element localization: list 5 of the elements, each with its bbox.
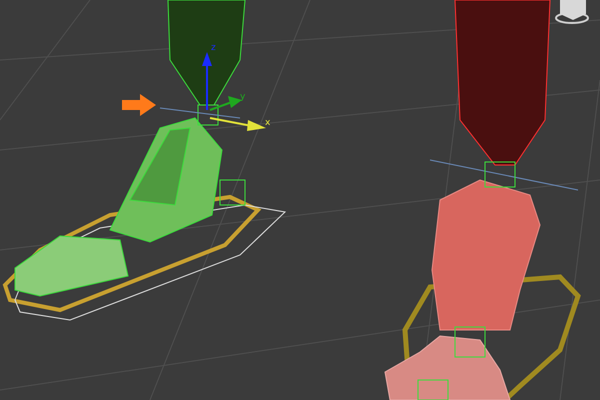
axis-label: x bbox=[265, 118, 270, 128]
axis-label: z bbox=[211, 43, 216, 53]
view-cube-icon bbox=[555, 0, 589, 24]
arrow-icon bbox=[122, 94, 156, 116]
axis-label: y bbox=[240, 92, 246, 102]
